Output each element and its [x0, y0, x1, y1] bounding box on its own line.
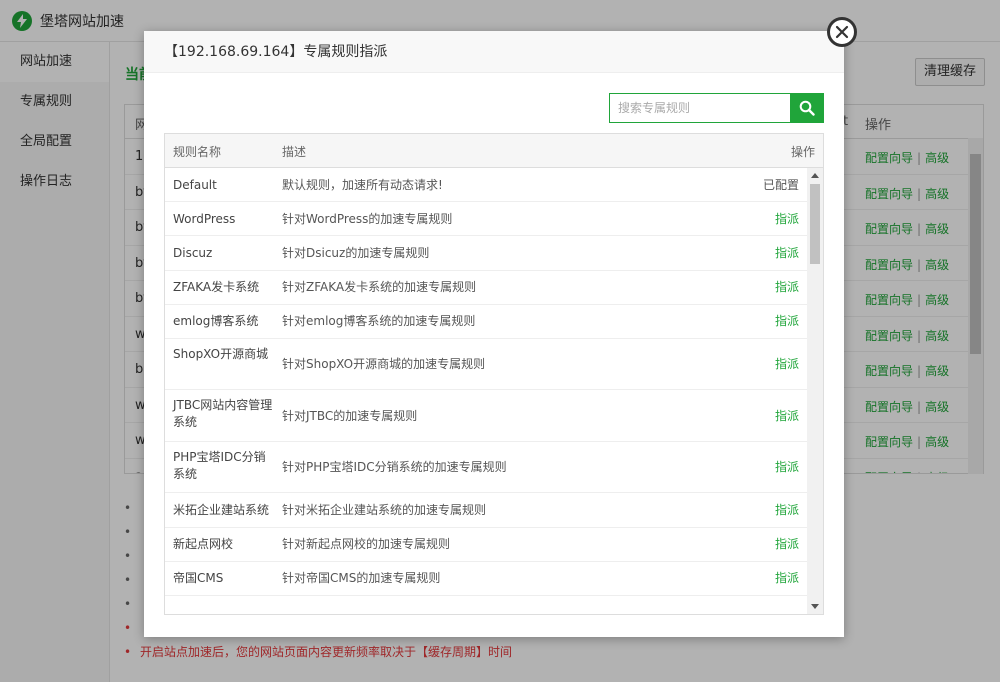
rule-desc: 针对emlog博客系统的加速专属规则 [282, 314, 476, 329]
rule-row: PHP宝塔IDC分销系统 针对PHP宝塔IDC分销系统的加速专属规则 指派 [165, 442, 807, 494]
modal-title: 【192.168.69.164】专属规则指派 [144, 31, 844, 73]
rule-name: 帝国CMS [173, 571, 224, 586]
rule-desc: 针对JTBC的加速专属规则 [282, 408, 418, 423]
assign-button[interactable]: 指派 [775, 536, 799, 553]
scroll-up-arrow-icon[interactable] [811, 173, 819, 178]
rule-row: JTBC网站内容管理系统 针对JTBC的加速专属规则 指派 [165, 390, 807, 442]
rule-desc: 针对帝国CMS的加速专属规则 [282, 571, 441, 586]
assign-button[interactable]: 指派 [775, 245, 799, 262]
close-icon[interactable] [827, 17, 857, 47]
rule-row: 米拓企业建站系统 针对米拓企业建站系统的加速专属规则 指派 [165, 493, 807, 528]
assign-button[interactable]: 指派 [775, 502, 799, 519]
scroll-down-arrow-icon[interactable] [811, 604, 819, 609]
assign-button[interactable]: 指派 [775, 279, 799, 296]
rule-name: Discuz [173, 245, 213, 260]
rule-desc: 默认规则，加速所有动态请求! [282, 177, 443, 192]
rule-row: 新起点网校 针对新起点网校的加速专属规则 指派 [165, 528, 807, 562]
rule-name: JTBC网站内容管理系统 [173, 398, 273, 430]
rule-row: Discuz 针对Dsicuz的加速专属规则 指派 [165, 236, 807, 271]
assign-button[interactable]: 指派 [775, 570, 799, 587]
rule-header-op: 操作 [790, 145, 815, 159]
rule-desc: 针对ZFAKA发卡系统的加速专属规则 [282, 280, 477, 295]
rule-desc: 针对米拓企业建站系统的加速专属规则 [282, 503, 487, 518]
configured-status: 已配置 [762, 177, 799, 192]
rule-table-scrollbar[interactable] [807, 168, 823, 614]
assign-button[interactable]: 指派 [775, 313, 799, 330]
rule-header-desc: 描述 [282, 145, 307, 159]
rule-desc: 针对Dsicuz的加速专属规则 [282, 245, 430, 260]
assign-button[interactable]: 指派 [775, 459, 799, 476]
search-box [609, 93, 824, 123]
rule-row: Default 默认规则，加速所有动态请求! 已配置 [165, 168, 807, 203]
rule-header-name: 规则名称 [173, 145, 222, 159]
rule-name: ZFAKA发卡系统 [173, 280, 260, 295]
assign-button[interactable]: 指派 [775, 408, 799, 425]
rule-name: WordPress [173, 211, 236, 226]
rule-desc: 针对WordPress的加速专属规则 [282, 211, 453, 226]
rule-assign-modal: 【192.168.69.164】专属规则指派 规则名称 描述 操作 Defaul… [144, 17, 857, 637]
rule-name: emlog博客系统 [173, 314, 259, 329]
rule-name: ShopXO开源商城 [173, 346, 269, 361]
rule-name: PHP宝塔IDC分销系统 [173, 449, 266, 481]
rule-name: 米拓企业建站系统 [173, 502, 270, 517]
search-input[interactable] [609, 93, 790, 123]
rule-row: ZFAKA发卡系统 针对ZFAKA发卡系统的加速专属规则 指派 [165, 271, 807, 305]
rule-desc: 针对PHP宝塔IDC分销系统的加速专属规则 [282, 460, 507, 475]
assign-button[interactable]: 指派 [775, 211, 799, 228]
assign-button[interactable]: 指派 [775, 356, 799, 373]
rule-name: 新起点网校 [173, 537, 234, 552]
rule-name: Default [173, 177, 217, 192]
rule-desc: 针对新起点网校的加速专属规则 [282, 537, 451, 552]
rule-table: 规则名称 描述 操作 Default 默认规则，加速所有动态请求! 已配置 WordP… [164, 133, 824, 615]
rule-row: emlog博客系统 针对emlog博客系统的加速专属规则 指派 [165, 305, 807, 339]
rule-row: ShopXO开源商城 针对ShopXO开源商城的加速专属规则 指派 [165, 339, 807, 391]
rule-row: WordPress 针对WordPress的加速专属规则 指派 [165, 202, 807, 237]
search-icon[interactable] [790, 93, 824, 123]
rule-table-scroll-thumb[interactable] [810, 184, 820, 264]
rule-row: 帝国CMS 针对帝国CMS的加速专属规则 指派 [165, 562, 807, 596]
rule-table-header: 规则名称 描述 操作 [165, 134, 823, 168]
rule-table-body: Default 默认规则，加速所有动态请求! 已配置 WordPress 针对WordP… [165, 168, 807, 614]
rule-desc: 针对ShopXO开源商城的加速专属规则 [282, 357, 486, 372]
